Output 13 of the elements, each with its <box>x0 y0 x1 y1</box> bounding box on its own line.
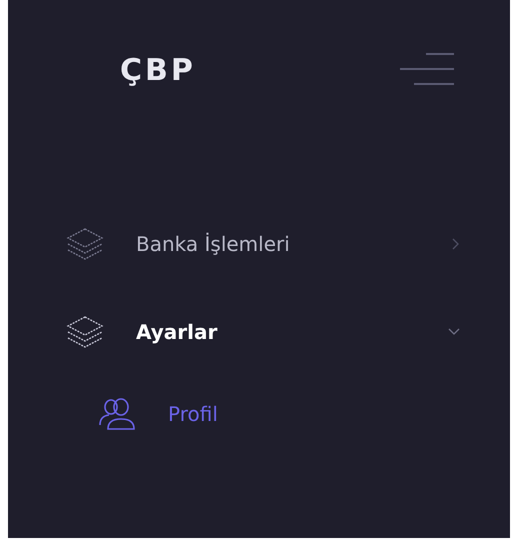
submenu-label: Profil <box>168 401 218 428</box>
menu-label: Ayarlar <box>136 319 218 346</box>
menu-item[interactable]: Ayarlar <box>8 288 510 376</box>
logo: ÇBP <box>120 52 196 90</box>
layers-icon <box>66 315 104 349</box>
layers-icon <box>66 227 104 261</box>
submenu-item[interactable]: Profil <box>8 376 510 452</box>
menu-item[interactable]: Banka İşlemleri <box>8 200 510 288</box>
chevron-down-icon <box>448 328 460 336</box>
users-icon <box>98 397 138 431</box>
chevron-right-icon <box>452 238 460 250</box>
menu-label: Banka İşlemleri <box>136 231 290 258</box>
menu-icon[interactable] <box>400 53 454 87</box>
